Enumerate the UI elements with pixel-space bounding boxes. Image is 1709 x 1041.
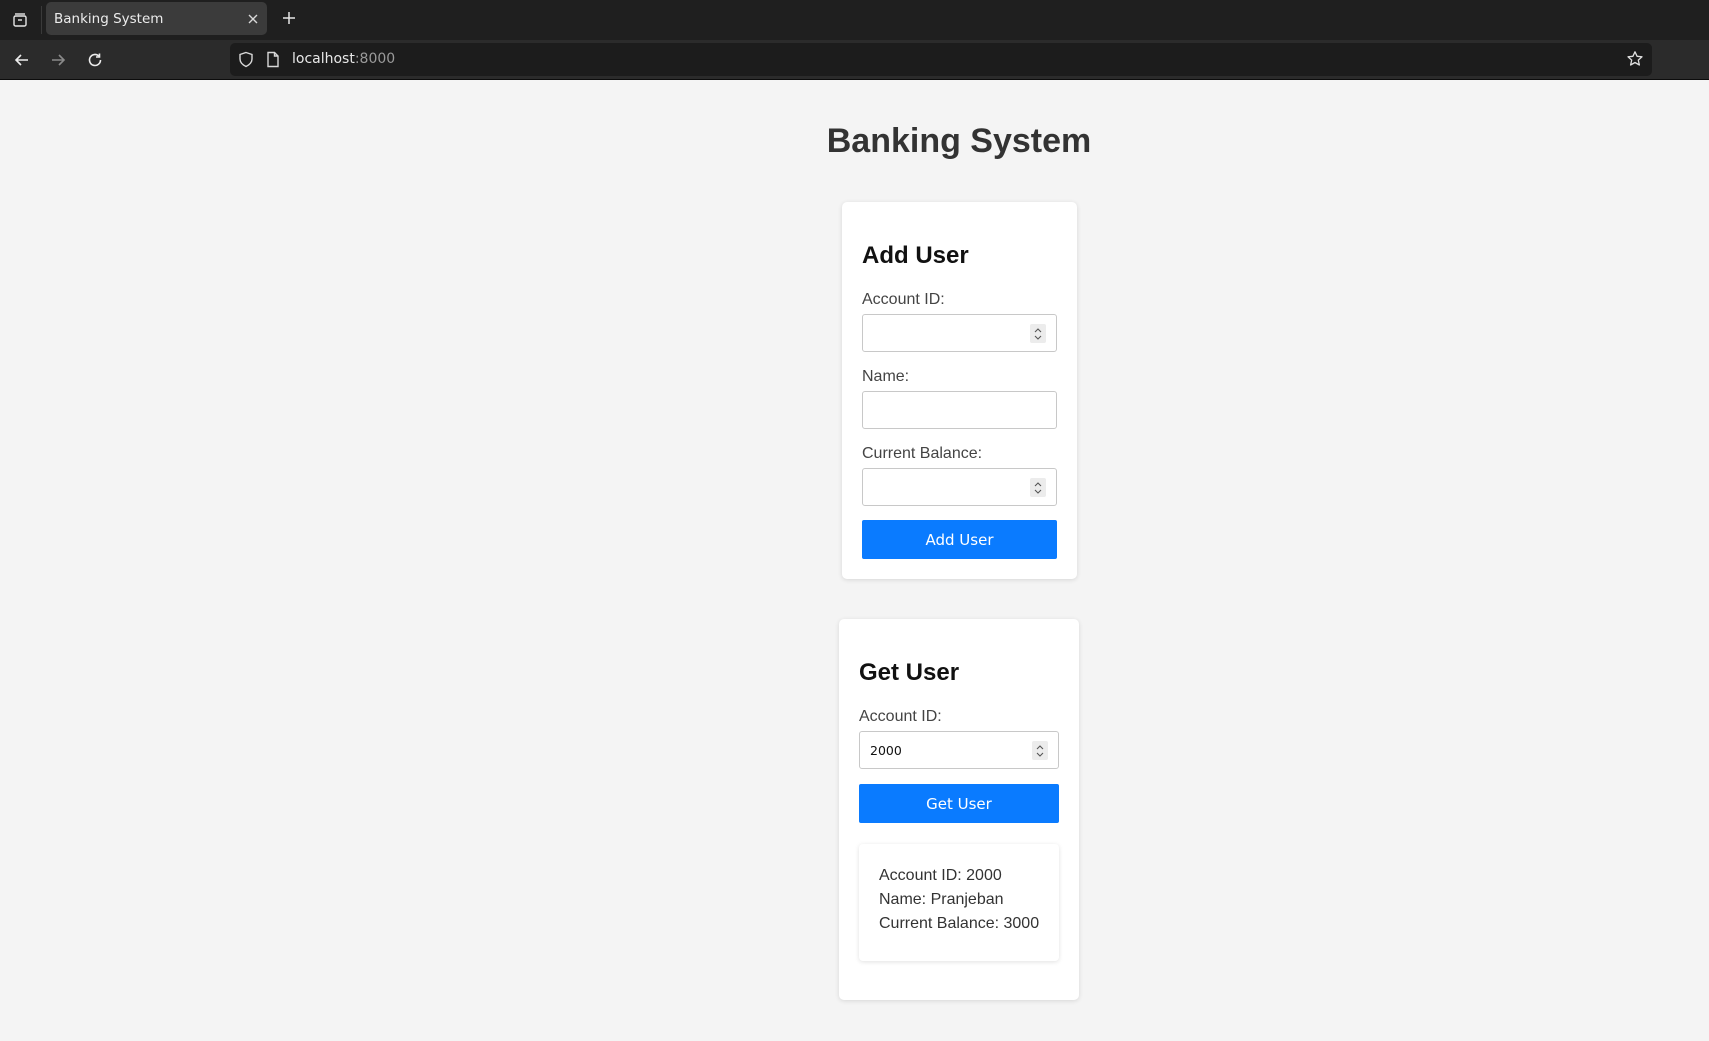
browser-tab-bar: Banking System [0,0,1709,40]
forward-arrow-icon[interactable] [45,47,71,73]
page-content: Banking System Add User Account ID: Name… [0,81,1709,1041]
url-text: localhost:8000 [292,51,395,67]
url-host: localhost [292,51,355,67]
star-icon[interactable] [1626,50,1644,73]
get-user-button[interactable]: Get User [859,784,1059,823]
get-account-id-field[interactable] [859,731,1059,769]
new-tab-icon[interactable] [278,7,300,29]
add-user-card: Add User Account ID: Name: Current Balan… [842,202,1077,579]
name-input[interactable] [863,392,1056,428]
tab-title: Banking System [54,11,164,27]
current-balance-input[interactable] [863,469,1056,505]
number-spinner-icon[interactable] [1030,478,1046,497]
current-balance-label: Current Balance: [862,445,983,462]
account-id-field[interactable] [862,314,1057,352]
user-result-panel: Account ID: 2000 Name: Pranjeban Current… [859,844,1059,961]
name-field[interactable] [862,391,1057,429]
account-id-input[interactable] [863,315,1056,351]
browser-tab[interactable]: Banking System [46,2,267,35]
get-account-id-label: Account ID: [859,708,942,725]
get-user-heading: Get User [859,659,960,686]
close-icon[interactable] [245,11,261,27]
current-balance-field[interactable] [862,468,1057,506]
add-user-heading: Add User [862,242,969,269]
shield-icon[interactable] [238,51,254,73]
address-bar[interactable]: localhost:8000 [230,43,1652,76]
get-account-id-input[interactable] [860,732,1058,768]
add-user-button[interactable]: Add User [862,520,1057,559]
name-label: Name: [862,368,910,385]
account-id-label: Account ID: [862,291,945,308]
result-current-balance: Current Balance: 3000 [879,915,1040,932]
browser-nav-bar: localhost:8000 [0,40,1709,80]
number-spinner-icon[interactable] [1030,324,1046,343]
page-title: Banking System [826,122,1092,160]
tab-list-icon[interactable] [8,8,32,32]
get-user-card: Get User Account ID: Get User Account ID… [839,619,1079,1000]
tab-separator [41,6,42,34]
result-account-id: Account ID: 2000 [879,867,1002,884]
reload-icon[interactable] [82,47,108,73]
url-port: :8000 [354,51,396,67]
page-icon [266,51,280,73]
result-name: Name: Pranjeban [879,891,1004,908]
back-arrow-icon[interactable] [9,47,35,73]
number-spinner-icon[interactable] [1032,741,1048,760]
